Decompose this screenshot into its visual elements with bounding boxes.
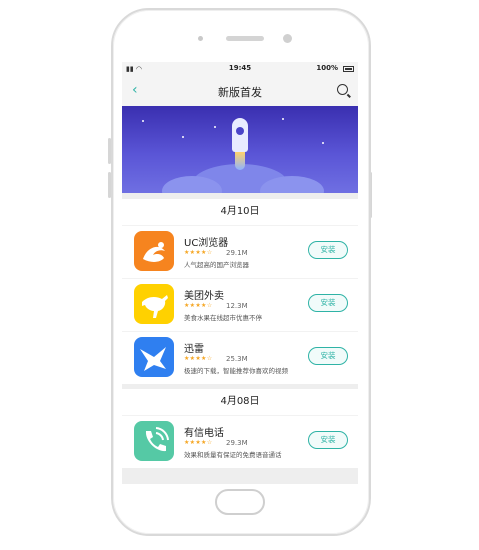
section-date: 4月08日 — [220, 396, 260, 407]
rating-stars: ★★★★☆ — [184, 249, 213, 256]
phone-wifi-icon — [134, 421, 174, 461]
app-name: UC浏览器 — [184, 238, 229, 249]
rocket-icon — [232, 118, 248, 152]
home-button[interactable] — [215, 489, 265, 515]
app-size: 12.3M — [226, 302, 248, 310]
app-name: 有信电话 — [184, 428, 224, 439]
app-size: 29.1M — [226, 249, 248, 257]
section-apr10: 4月10日 UC浏览器 ★★★★☆ 29.1M 人气超高的国产浏览器 安装 美团… — [122, 199, 358, 384]
app-desc: 人气超高的国产浏览器 — [184, 261, 249, 269]
app-name: 美团外卖 — [184, 291, 224, 302]
install-button[interactable]: 安装 — [308, 294, 348, 312]
battery-icon — [343, 66, 354, 72]
app-size: 29.3M — [226, 439, 248, 447]
nav-bar: ‹ 新版首发 — [122, 76, 358, 106]
rating-stars: ★★★★☆ — [184, 439, 213, 446]
star-decoration — [142, 120, 144, 122]
squirrel-icon — [134, 231, 174, 271]
rocket-flame — [235, 152, 245, 170]
status-bar: ▮▮ ◠ 19:45 100% — [122, 62, 358, 76]
app-desc: 美食水果在线超市优惠不停 — [184, 314, 262, 322]
install-button[interactable]: 安装 — [308, 431, 348, 449]
search-icon[interactable] — [337, 84, 348, 95]
app-size: 25.3M — [226, 355, 248, 363]
banner[interactable] — [122, 106, 358, 193]
app-desc: 极速的下载，智能推荐你喜欢的视频 — [184, 367, 288, 375]
star-decoration — [322, 142, 324, 144]
sensor-dot — [198, 36, 203, 41]
kangaroo-icon — [134, 284, 174, 324]
section-date: 4月10日 — [220, 206, 260, 217]
app-row[interactable]: UC浏览器 ★★★★☆ 29.1M 人气超高的国产浏览器 安装 — [122, 225, 358, 278]
install-button[interactable]: 安装 — [308, 347, 348, 365]
front-camera — [283, 34, 292, 43]
speaker — [226, 36, 264, 41]
rating-stars: ★★★★☆ — [184, 302, 213, 309]
app-desc: 效果和质量有保证的免费语音通话 — [184, 451, 282, 459]
page-title: 新版首发 — [218, 86, 262, 99]
bird-icon — [134, 337, 174, 377]
screen: ▮▮ ◠ 19:45 100% ‹ 新版首发 4月10日 UC浏览器 ★★★★☆… — [122, 62, 358, 484]
star-decoration — [282, 118, 284, 120]
battery-percent: 100% — [316, 64, 338, 72]
app-row[interactable]: 有信电话 ★★★★☆ 29.3M 效果和质量有保证的免费语音通话 安装 — [122, 415, 358, 468]
app-name: 迅雷 — [184, 344, 204, 355]
rating-stars: ★★★★☆ — [184, 355, 213, 362]
star-decoration — [182, 136, 184, 138]
app-row[interactable]: 迅雷 ★★★★☆ 25.3M 极速的下载，智能推荐你喜欢的视频 安装 — [122, 331, 358, 384]
install-button[interactable]: 安装 — [308, 241, 348, 259]
app-row[interactable]: 美团外卖 ★★★★☆ 12.3M 美食水果在线超市优惠不停 安装 — [122, 278, 358, 331]
section-apr08: 4月08日 有信电话 ★★★★☆ 29.3M 效果和质量有保证的免费语音通话 安… — [122, 389, 358, 468]
star-decoration — [214, 126, 216, 128]
